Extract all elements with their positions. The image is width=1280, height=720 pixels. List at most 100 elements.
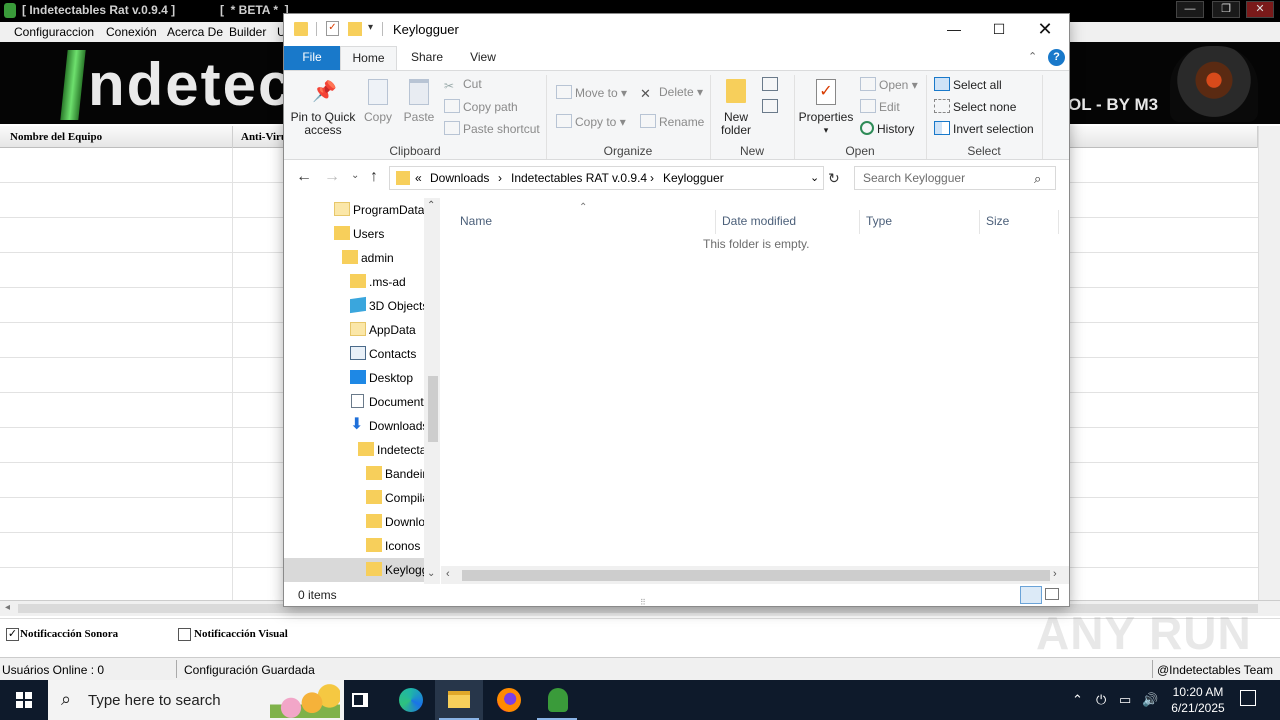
rename-button[interactable]: Rename [640, 114, 704, 134]
history-button[interactable]: History [860, 121, 914, 141]
up-arrow-icon[interactable]: ↑ [370, 168, 378, 186]
help-icon[interactable]: ? [1048, 49, 1065, 66]
col-nombre-equipo[interactable]: Nombre del Equipo [10, 131, 102, 143]
address-segment-keylogguer[interactable]: Keylogguer [663, 171, 724, 185]
nav-item[interactable]: AppData [284, 318, 424, 342]
taskbar-search[interactable]: ⌕ Type here to search [48, 680, 344, 720]
nav-item[interactable]: .ms-ad [284, 270, 424, 294]
move-to-button[interactable]: Move to ▾ [556, 85, 627, 105]
paste-shortcut-button[interactable]: Paste shortcut [444, 121, 540, 141]
nav-item-selected[interactable]: Keylogguer [284, 558, 440, 582]
tray-device-icon[interactable]: ⏻ [1096, 692, 1106, 708]
new-item-icon[interactable] [762, 77, 778, 91]
ribbon-collapse-icon[interactable]: ⌃ [1028, 50, 1037, 63]
tab-view[interactable]: View [460, 46, 506, 70]
scroll-down-icon[interactable]: ⌄ [427, 568, 435, 579]
open-button[interactable]: Open ▾ [860, 77, 918, 97]
column-divider[interactable] [979, 210, 980, 234]
nav-item[interactable]: Contacts [284, 342, 424, 366]
nav-item[interactable]: ProgramData [284, 198, 424, 222]
copy-to-button[interactable]: Copy to ▾ [556, 114, 626, 134]
scroll-left-icon[interactable]: ‹ [446, 568, 450, 580]
col-anti-virus[interactable]: Anti-Viru [241, 131, 287, 143]
paste-button[interactable]: Paste [402, 79, 436, 124]
invert-selection-button[interactable]: Invert selection [934, 121, 1034, 141]
nav-item[interactable]: Iconos [284, 534, 424, 558]
search-input[interactable]: Search Keylogguer [854, 166, 1056, 190]
minimize-button[interactable]: — [931, 14, 977, 44]
scroll-right-icon[interactable]: › [1053, 568, 1057, 580]
pin-quick-access-button[interactable]: 📌 Pin to Quick access [290, 79, 356, 137]
address-dropdown-icon[interactable]: ⌄ [810, 171, 819, 184]
column-divider[interactable] [859, 210, 860, 234]
address-segment-downloads[interactable]: Downloads [430, 171, 489, 185]
nav-item[interactable]: Desktop [284, 366, 424, 390]
copy-path-button[interactable]: Copy path [444, 99, 518, 119]
edit-button[interactable]: Edit [860, 99, 900, 119]
start-button[interactable] [0, 680, 48, 720]
large-icons-view-icon[interactable] [1045, 588, 1059, 600]
col-type[interactable]: Type [866, 214, 892, 228]
tab-share[interactable]: Share [404, 46, 450, 70]
taskbar-edge[interactable] [386, 680, 434, 720]
nav-item[interactable]: Downloads [284, 510, 440, 534]
content-scroll-thumb[interactable] [462, 570, 1050, 581]
nav-item[interactable]: Indetectables RAT v.0.9.4 [284, 438, 440, 462]
rat-minimize-button[interactable]: — [1176, 1, 1204, 18]
select-all-button[interactable]: Select all [934, 77, 1002, 97]
task-view-button[interactable] [336, 680, 384, 720]
close-button[interactable]: ✕ [1022, 14, 1068, 44]
tab-file[interactable]: File [284, 46, 340, 70]
copy-button[interactable]: Copy [360, 79, 396, 124]
recent-locations-icon[interactable]: ⌄ [351, 170, 359, 181]
rat-menu-acerca-de[interactable]: Acerca De [167, 25, 223, 39]
new-folder-button[interactable]: New folder [716, 79, 756, 137]
details-view-icon[interactable] [1020, 586, 1042, 604]
col-name[interactable]: Name [460, 214, 492, 228]
scroll-up-icon[interactable]: ⌃ [427, 200, 435, 211]
new-folder-icon[interactable] [348, 22, 362, 36]
address-bar[interactable]: « Downloads › Indetectables RAT v.0.9.4 … [389, 166, 824, 190]
qat-dropdown-icon[interactable]: ▾ [368, 22, 373, 33]
column-divider[interactable] [715, 210, 716, 234]
volume-icon[interactable]: 🔊 [1142, 692, 1158, 708]
nav-item[interactable]: Bandeiras [284, 462, 439, 486]
rat-menu-builder[interactable]: Builder [229, 25, 266, 39]
forward-arrow-icon[interactable]: → [324, 168, 340, 186]
taskbar-clock[interactable]: 10:20 AM 6/21/2025 [1160, 684, 1236, 716]
maximize-button[interactable]: ☐ [976, 14, 1022, 44]
col-size[interactable]: Size [986, 214, 1009, 228]
nav-scroll-thumb[interactable] [428, 376, 438, 442]
nav-item[interactable]: Users [284, 222, 424, 246]
nav-item[interactable]: ⬇ Downloads [284, 414, 428, 438]
nav-item[interactable]: Compilados [284, 486, 440, 510]
address-segment-indetectables[interactable]: Indetectables RAT v.0.9.4 [511, 171, 647, 185]
rat-vertical-scrollbar[interactable] [1258, 126, 1280, 600]
nav-item[interactable]: Documents [284, 390, 430, 414]
rat-close-button[interactable]: ✕ [1246, 1, 1274, 18]
easy-access-icon[interactable] [762, 99, 778, 113]
network-icon[interactable]: ▭ [1119, 692, 1131, 708]
rat-menu-configuraccion[interactable]: Configuraccion [14, 25, 94, 39]
column-divider[interactable] [1058, 210, 1059, 234]
refresh-icon[interactable]: ↻ [828, 170, 840, 187]
rat-maximize-button[interactable]: ❐ [1212, 1, 1240, 18]
select-none-button[interactable]: Select none [934, 99, 1016, 119]
taskbar-rat-app[interactable] [533, 680, 581, 720]
tab-home[interactable]: Home [340, 46, 397, 70]
properties-icon[interactable]: ✓ [326, 21, 339, 36]
delete-button[interactable]: ✕ Delete ▾ [640, 85, 703, 105]
nav-item[interactable]: admin [284, 246, 424, 270]
notif-visual-checkbox[interactable] [178, 628, 191, 641]
tray-overflow-icon[interactable]: ⌃ [1072, 692, 1083, 708]
back-arrow-icon[interactable]: ← [296, 168, 312, 186]
taskbar-firefox[interactable] [484, 680, 532, 720]
scroll-left-arrow-icon[interactable]: ◂ [5, 602, 10, 613]
cut-button[interactable]: ✂ Cut [444, 77, 482, 97]
notification-center-icon[interactable] [1240, 690, 1256, 706]
col-date-modified[interactable]: Date modified [722, 214, 796, 228]
address-overflow[interactable]: « [415, 171, 422, 185]
rat-menu-conexion[interactable]: Conexión [106, 25, 157, 39]
taskbar-file-explorer[interactable] [435, 680, 483, 720]
file-list[interactable]: ⌃ Name Date modified Type Size [441, 198, 1069, 584]
